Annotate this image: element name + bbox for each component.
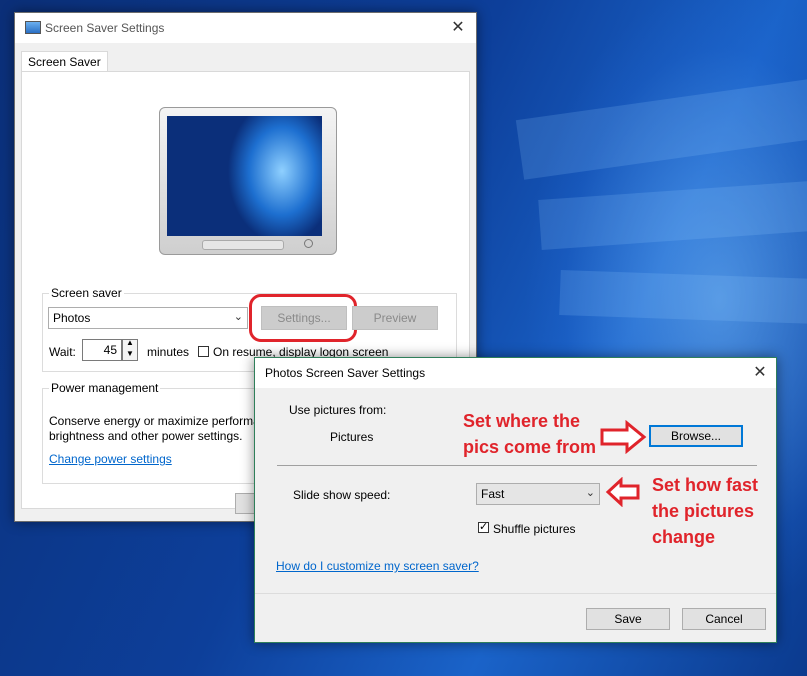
screensaver-select-value: Photos (53, 311, 91, 325)
slide-speed-value: Fast (481, 487, 505, 501)
wait-minutes-value: 45 (103, 343, 117, 357)
monitor-preview-base (202, 240, 284, 250)
speed-annotation-line-3: change (652, 527, 716, 547)
divider (277, 465, 757, 466)
browse-annotation-line-1: Set where the (463, 411, 581, 431)
monitor-preview-screen (167, 116, 322, 236)
title-bar: Photos Screen Saver Settings ✕ (255, 358, 776, 388)
settings-highlight-circle (249, 294, 357, 342)
save-button[interactable]: Save (586, 608, 670, 630)
wait-label: Wait: (49, 345, 76, 359)
minutes-label: minutes (147, 345, 190, 359)
wait-minutes-input[interactable]: 45 (82, 339, 122, 361)
wallpaper-light-ray (538, 180, 807, 250)
slide-speed-select[interactable]: Fast ⌄ (476, 483, 600, 505)
arrow-right-icon (600, 420, 647, 454)
speed-annotation-line-1: Set how fast (652, 475, 759, 495)
preview-button[interactable]: Preview (352, 306, 438, 330)
change-power-settings-link[interactable]: Change power settings (49, 452, 172, 466)
close-icon[interactable]: ✕ (748, 362, 772, 384)
customize-help-link[interactable]: How do I customize my screen saver? (276, 559, 479, 573)
speed-annotation: Set how fast the pictures change (652, 472, 758, 550)
screen-saver-group-label: Screen saver (49, 286, 124, 300)
shuffle-pictures-checkbox[interactable] (478, 520, 489, 533)
close-icon[interactable]: ✕ (446, 17, 470, 39)
chevron-down-icon: ⌄ (585, 487, 595, 499)
app-icon (25, 21, 41, 34)
power-description-line-1: Conserve energy or maximize performa (49, 414, 260, 428)
window-title: Screen Saver Settings (45, 21, 165, 35)
window-title: Photos Screen Saver Settings (265, 366, 426, 380)
stepper-up-icon[interactable]: ▲ (126, 338, 134, 347)
browse-annotation-line-2: pics come from (463, 437, 597, 457)
speed-annotation-line-2: the pictures (652, 501, 755, 521)
power-management-group-label: Power management (49, 381, 161, 395)
wait-stepper[interactable]: ▲ ▼ (122, 338, 138, 361)
footer-separator (255, 593, 776, 594)
browse-annotation: Set where the pics come from (463, 408, 596, 460)
shuffle-pictures-label: Shuffle pictures (493, 522, 576, 536)
power-description-line-2: brightness and other power settings. (49, 429, 243, 443)
screensaver-select[interactable]: Photos ⌄ (48, 307, 248, 329)
tab-screen-saver[interactable]: Screen Saver (21, 51, 108, 72)
wallpaper-light-ray (515, 78, 807, 180)
title-bar: Screen Saver Settings ✕ (15, 13, 476, 43)
slide-speed-label: Slide show speed: (293, 488, 391, 502)
chevron-down-icon: ⌄ (233, 311, 243, 323)
use-pictures-label: Use pictures from: (289, 403, 387, 417)
arrow-left-icon (605, 477, 640, 507)
stepper-down-icon[interactable]: ▼ (126, 349, 134, 358)
monitor-power-icon (304, 239, 313, 248)
resume-logon-checkbox[interactable] (198, 346, 209, 357)
wallpaper-light-ray (559, 270, 807, 325)
browse-button[interactable]: Browse... (649, 425, 743, 447)
cancel-button[interactable]: Cancel (682, 608, 766, 630)
pictures-folder-value: Pictures (330, 430, 374, 444)
